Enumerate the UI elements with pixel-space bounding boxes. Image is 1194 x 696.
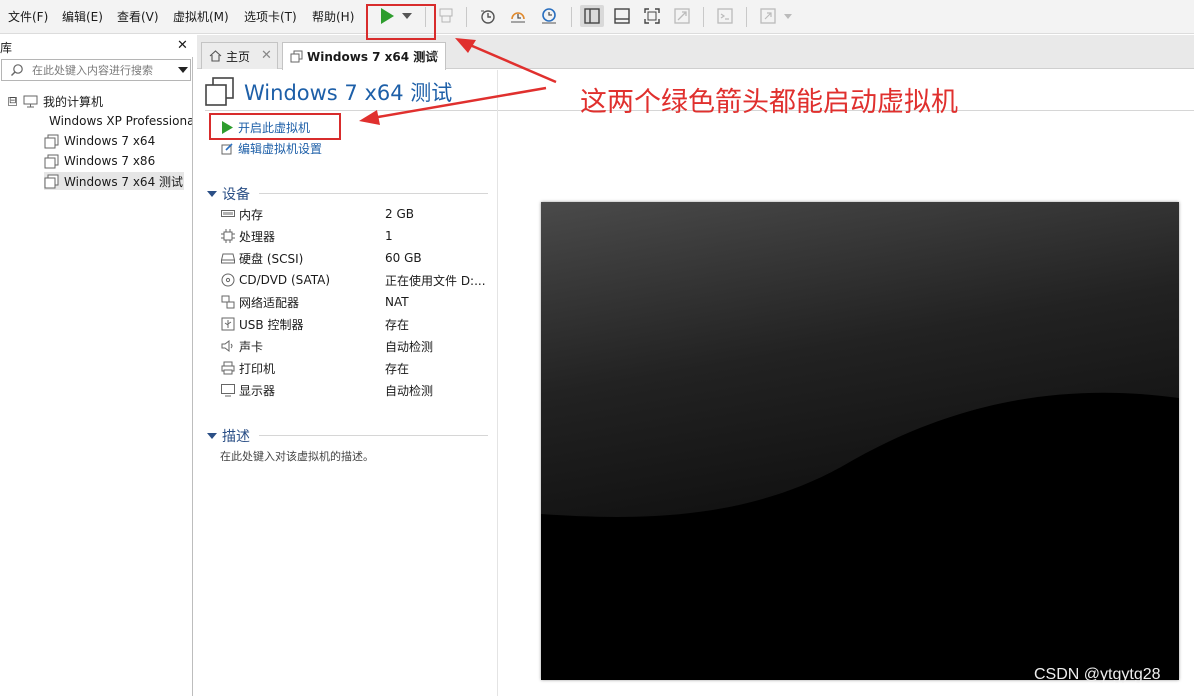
watermark-text: CSDN @ytgytg28 <box>1034 666 1161 683</box>
annotation-caption: 这两个绿色箭头都能启动虚拟机 <box>580 87 958 118</box>
